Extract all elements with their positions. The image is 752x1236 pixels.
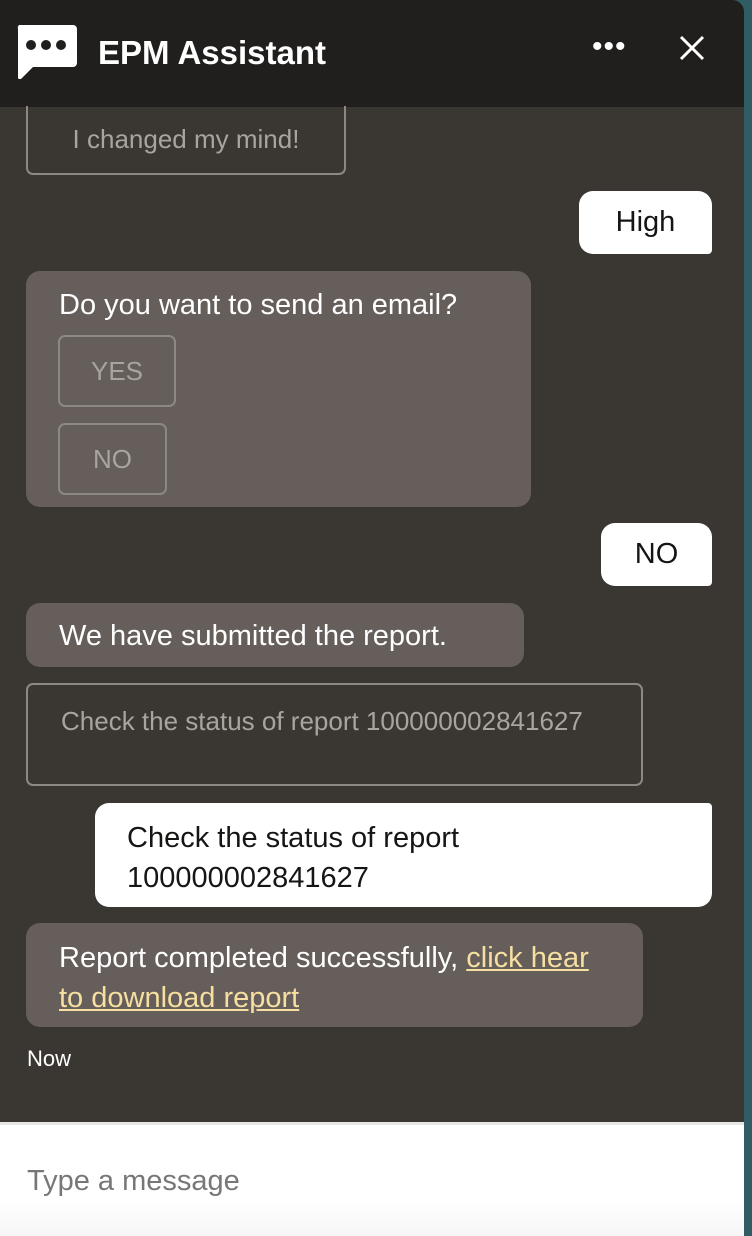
- user-message: High: [579, 191, 712, 254]
- more-horizontal-icon[interactable]: •••: [592, 30, 627, 64]
- bot-message: We have submitted the report.: [26, 603, 524, 667]
- no-button[interactable]: NO: [58, 423, 167, 495]
- user-message: NO: [601, 523, 712, 586]
- footer: [0, 1122, 744, 1236]
- bot-message: Report completed successfully, click hea…: [26, 923, 643, 1027]
- bot-message: Do you want to send an email? YES NO: [26, 271, 531, 507]
- message-input[interactable]: [27, 1165, 717, 1198]
- message-text: Do you want to send an email?: [59, 289, 458, 321]
- chat-bubble-icon: [17, 25, 77, 79]
- message-text: Report completed successfully,: [59, 942, 467, 974]
- changed-mind-button[interactable]: I changed my mind!: [26, 106, 346, 175]
- timestamp: Now: [27, 1046, 72, 1071]
- chat-panel: EPM Assistant ••• I changed my mind! Hig…: [0, 0, 744, 1236]
- header-title: EPM Assistant: [98, 34, 327, 71]
- check-status-button[interactable]: Check the status of report 1000000028416…: [26, 683, 643, 786]
- user-message: Check the status of report 1000000028416…: [95, 803, 712, 907]
- header: EPM Assistant •••: [0, 0, 744, 107]
- yes-button[interactable]: YES: [58, 335, 176, 407]
- close-icon[interactable]: [678, 34, 706, 62]
